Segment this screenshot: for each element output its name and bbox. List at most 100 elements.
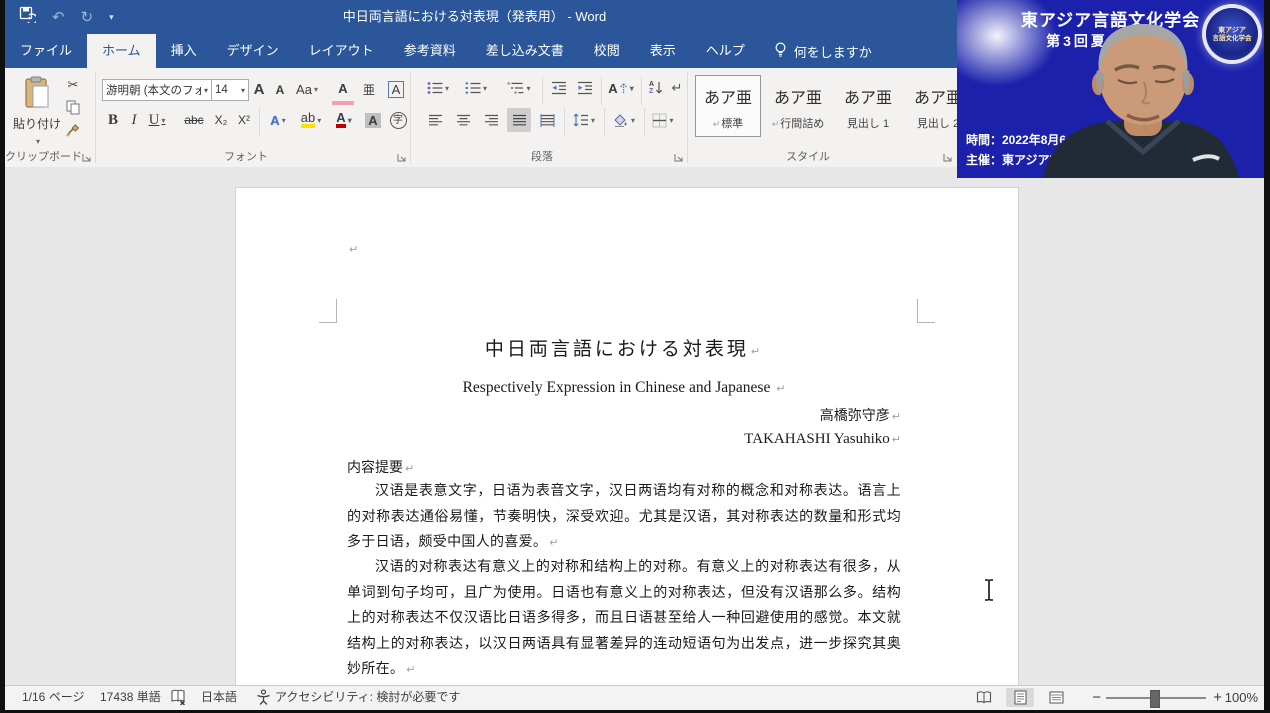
language-status[interactable]: 日本語: [201, 686, 237, 709]
subscript-button[interactable]: X₂: [210, 108, 232, 132]
asian-layout-button[interactable]: A: [605, 77, 637, 99]
document-page[interactable]: ↵ 中日両言語における対表現 ↵ Respectively Expression …: [235, 187, 1019, 686]
doc-title-line[interactable]: 中日両言語における対表現 ↵: [347, 334, 901, 361]
zoom-out-button[interactable]: −: [1092, 686, 1101, 709]
styles-group-label: スタイル: [786, 151, 830, 163]
change-case-button[interactable]: Aa: [292, 77, 322, 101]
style-name: 標準: [721, 118, 744, 130]
styles-group: あア亜 ↵標準 あア亜 ↵行間詰め あア亜 見出し 1 あア亜 見出し 2 スタ…: [688, 68, 965, 167]
decrease-indent-button[interactable]: [547, 77, 571, 99]
accessibility-status[interactable]: アクセシビリティ: 検討が必要です: [275, 686, 460, 709]
para-separator: [542, 77, 543, 105]
doc-author-ja-line[interactable]: 高橋弥守彦 ↵: [347, 405, 901, 425]
style-pilcrow-icon: ↵: [771, 119, 780, 129]
read-mode-button[interactable]: [970, 688, 998, 707]
text-effects-button[interactable]: A: [263, 108, 293, 132]
font-dialog-launcher-icon[interactable]: [397, 153, 407, 163]
zoom-slider-thumb[interactable]: [1150, 690, 1160, 708]
doc-paragraph-2-text: 汉语的对称表达有意义上的对称和结构上的对称。有意义上的对称表达有很多，从单词到句…: [347, 560, 901, 678]
text-cursor-pointer: [982, 578, 996, 607]
tab-file[interactable]: ファイル: [5, 34, 87, 68]
proofing-errors-icon[interactable]: [170, 689, 187, 708]
align-right-button[interactable]: [479, 108, 503, 132]
font-size-combo[interactable]: 14: [211, 79, 249, 101]
enclose-characters-button[interactable]: 字: [387, 108, 409, 132]
tab-help[interactable]: ヘルプ: [691, 34, 760, 68]
doc-paragraph-1[interactable]: 汉语是表意文字，日语为表音文字，汉日两语均有对称的概念和对称表达。语言上的对称表…: [347, 479, 901, 556]
character-shading-button[interactable]: A: [362, 108, 384, 132]
para-separator: [604, 108, 605, 137]
tab-review[interactable]: 校閲: [579, 34, 635, 68]
zoom-level[interactable]: 100%: [1225, 686, 1258, 709]
paragraph-dialog-launcher-icon[interactable]: [674, 153, 684, 163]
tab-design[interactable]: デザイン: [212, 34, 294, 68]
copy-button[interactable]: [63, 98, 83, 116]
font-name-combo[interactable]: 游明朝 (本文のフォ: [102, 79, 212, 101]
clear-formatting-button[interactable]: A: [332, 77, 354, 105]
cut-button[interactable]: ✂: [63, 76, 83, 94]
accessibility-icon[interactable]: [256, 689, 271, 708]
print-layout-button[interactable]: [1006, 688, 1034, 707]
doc-paragraph-2[interactable]: 汉语的对称表达有意义上的对称和结构上的对称。有意义上的对称表达有很多，从单词到句…: [347, 555, 901, 683]
format-painter-button[interactable]: [63, 120, 83, 138]
styles-dialog-launcher-icon[interactable]: [943, 153, 953, 163]
zoom-in-button[interactable]: +: [1213, 686, 1222, 709]
zoom-slider[interactable]: [1106, 690, 1206, 708]
italic-button[interactable]: I: [126, 108, 142, 132]
strikethrough-button[interactable]: abc: [180, 108, 208, 132]
align-left-button[interactable]: [423, 108, 447, 132]
style-heading1[interactable]: あア亜 見出し 1: [835, 75, 901, 137]
sort-button[interactable]: AZ: [644, 77, 668, 99]
show-formatting-marks-button[interactable]: ↵: [669, 77, 685, 99]
line-spacing-button[interactable]: [568, 108, 600, 132]
tab-view[interactable]: 表示: [635, 34, 691, 68]
highlight-color-button[interactable]: ab: [295, 108, 327, 132]
phonetic-guide-button[interactable]: 亜: [358, 77, 380, 101]
tab-references[interactable]: 参考資料: [389, 34, 471, 68]
page-number-status[interactable]: 1/16 ページ: [22, 686, 84, 709]
doc-abstract-label-line[interactable]: 内容提要 ↵: [347, 457, 901, 477]
lightbulb-icon: [774, 41, 787, 61]
word-count-status[interactable]: 17438 単語: [100, 686, 161, 709]
style-normal[interactable]: あア亜 ↵標準: [695, 75, 761, 137]
style-name: 見出し 1: [846, 118, 890, 130]
status-bar: 1/16 ページ 17438 単語 日本語 アクセシビリティ: 検討が必要です …: [5, 685, 1264, 710]
clipboard-dialog-launcher-icon[interactable]: [82, 153, 92, 163]
bold-button[interactable]: B: [104, 108, 122, 132]
align-center-button[interactable]: [451, 108, 475, 132]
paragraph-mark: ↵: [750, 345, 764, 358]
grow-font-button[interactable]: A: [249, 77, 269, 101]
font-color-button[interactable]: A: [329, 108, 359, 132]
style-name: 行間詰め: [780, 118, 825, 130]
multilevel-list-button[interactable]: [503, 77, 535, 99]
doc-author-en-line[interactable]: TAKAHASHI Yasuhiko ↵: [347, 431, 901, 448]
header-paragraph-mark: ↵: [349, 243, 359, 256]
tab-home[interactable]: ホーム: [87, 34, 156, 68]
shading-button[interactable]: [608, 108, 640, 132]
font-separator: [259, 108, 260, 135]
character-border-button[interactable]: A: [385, 77, 407, 101]
numbered-list-button[interactable]: [461, 77, 491, 99]
tell-me-box[interactable]: 何をしますか: [760, 34, 886, 68]
borders-button[interactable]: [647, 108, 679, 132]
tab-insert[interactable]: 挿入: [156, 34, 212, 68]
paragraph-group: A AZ ↵ 段落: [411, 68, 687, 167]
tab-layout[interactable]: レイアウト: [294, 34, 389, 68]
bullet-list-button[interactable]: [423, 77, 453, 99]
tab-mailings[interactable]: 差し込み文書: [471, 34, 579, 68]
superscript-button[interactable]: X²: [233, 108, 255, 132]
sort-z-glyph: Z: [648, 88, 654, 95]
shrink-font-button[interactable]: A: [271, 79, 289, 101]
distribute-button[interactable]: [535, 108, 559, 132]
screen: ↶ ↻ ▾ 中日両言語における対表現（発表用） - Word ファイル ホーム …: [0, 0, 1270, 713]
underline-button[interactable]: U: [144, 108, 170, 132]
doc-subtitle-line[interactable]: Respectively Expression in Chinese and J…: [347, 379, 901, 397]
society-logo-line1: 東アジア: [1218, 26, 1246, 34]
document-canvas[interactable]: ↵ 中日両言語における対表現 ↵ Respectively Expression …: [5, 167, 1264, 686]
justify-button[interactable]: [507, 108, 531, 132]
style-no-spacing[interactable]: あア亜 ↵行間詰め: [765, 75, 831, 137]
text-boundary-mark: [336, 299, 337, 323]
increase-indent-button[interactable]: [573, 77, 597, 99]
paste-button[interactable]: 貼り付け: [13, 74, 61, 148]
web-layout-button[interactable]: [1042, 688, 1070, 707]
